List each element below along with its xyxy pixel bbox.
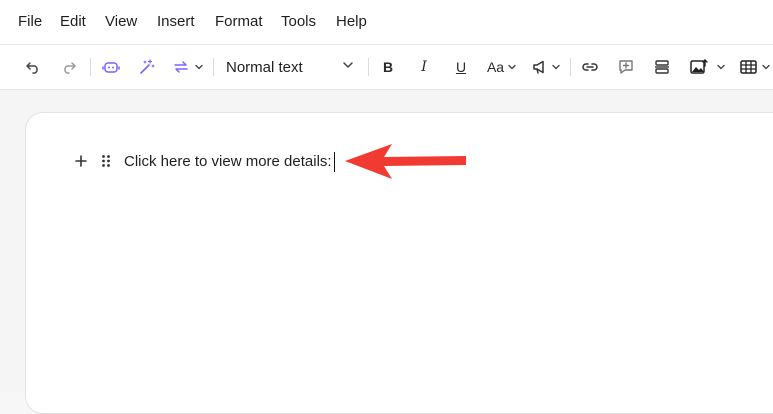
text-style-select[interactable]: Normal text (218, 55, 360, 79)
link-button[interactable] (580, 55, 600, 79)
redo-icon (64, 62, 76, 74)
toolbar-divider (213, 58, 214, 76)
magic-button[interactable] (137, 55, 157, 79)
add-comment-button[interactable] (616, 55, 636, 79)
italic-icon: I (421, 59, 427, 75)
chevron-down-icon (195, 64, 203, 70)
layout-icon (655, 60, 669, 74)
link-icon (582, 63, 598, 71)
menu-edit[interactable]: Edit (60, 13, 86, 31)
redo-button[interactable] (60, 55, 78, 79)
underline-button[interactable]: U (451, 55, 471, 79)
announce-dropdown[interactable] (530, 55, 562, 79)
table-dropdown[interactable] (738, 55, 773, 79)
table-icon (740, 60, 757, 74)
text-caret (334, 152, 335, 172)
text-size-icon: Aa (486, 59, 505, 75)
underline-icon: U (455, 59, 467, 75)
paragraph-text[interactable]: Click here to view more details: (124, 153, 332, 171)
bold-icon: B (382, 59, 394, 75)
drag-handle-icon[interactable] (100, 154, 112, 168)
menu-view[interactable]: View (105, 13, 137, 31)
add-block-icon[interactable] (74, 153, 88, 169)
chevron-down-icon (762, 64, 770, 70)
italic-button[interactable]: I (414, 55, 434, 79)
undo-icon (26, 62, 38, 74)
menu-file[interactable]: File (18, 13, 42, 31)
chevron-down-icon (343, 62, 353, 69)
chevron-down-icon (717, 64, 725, 70)
menu-format[interactable]: Format (215, 13, 263, 31)
swap-arrows-icon (174, 61, 188, 73)
text-style-value: Normal text (226, 58, 303, 76)
annotation-arrow-icon (345, 144, 466, 179)
formatting-toolbar: Normal text B I U Aa (0, 45, 773, 90)
bold-button[interactable]: B (378, 55, 398, 79)
image-dropdown[interactable] (688, 55, 728, 79)
ai-assistant-button[interactable] (101, 55, 121, 79)
toolbar-divider (570, 58, 571, 76)
text-size-dropdown[interactable]: Aa (484, 55, 520, 79)
menu-help[interactable]: Help (336, 13, 367, 31)
megaphone-icon (532, 60, 544, 74)
toolbar-divider (368, 58, 369, 76)
image-upload-icon (690, 59, 708, 74)
layout-button[interactable] (652, 55, 672, 79)
menu-bar: File Edit View Insert Format Tools Help (0, 0, 773, 45)
convert-dropdown[interactable] (171, 55, 205, 79)
chevron-down-icon (508, 64, 516, 70)
robot-icon (102, 62, 120, 73)
add-comment-icon (619, 60, 633, 74)
toolbar-divider (90, 58, 91, 76)
magic-wand-icon (140, 59, 155, 74)
menu-insert[interactable]: Insert (157, 13, 195, 31)
menu-tools[interactable]: Tools (281, 13, 316, 31)
chevron-down-icon (551, 64, 560, 70)
undo-button[interactable] (24, 55, 42, 79)
